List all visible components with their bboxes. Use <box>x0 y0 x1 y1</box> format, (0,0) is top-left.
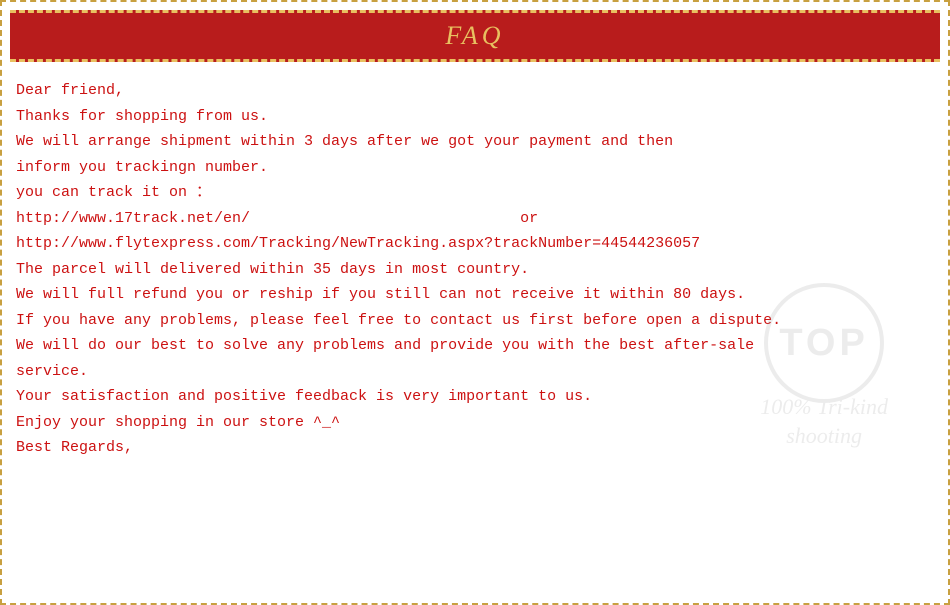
header-bar: FAQ <box>10 10 940 62</box>
faq-title: FAQ <box>445 21 504 50</box>
content-area: Dear friend, Thanks for shopping from us… <box>2 62 948 471</box>
faq-body: Dear friend, Thanks for shopping from us… <box>16 78 934 461</box>
page-wrapper: FAQ Dear friend, Thanks for shopping fro… <box>0 0 950 605</box>
